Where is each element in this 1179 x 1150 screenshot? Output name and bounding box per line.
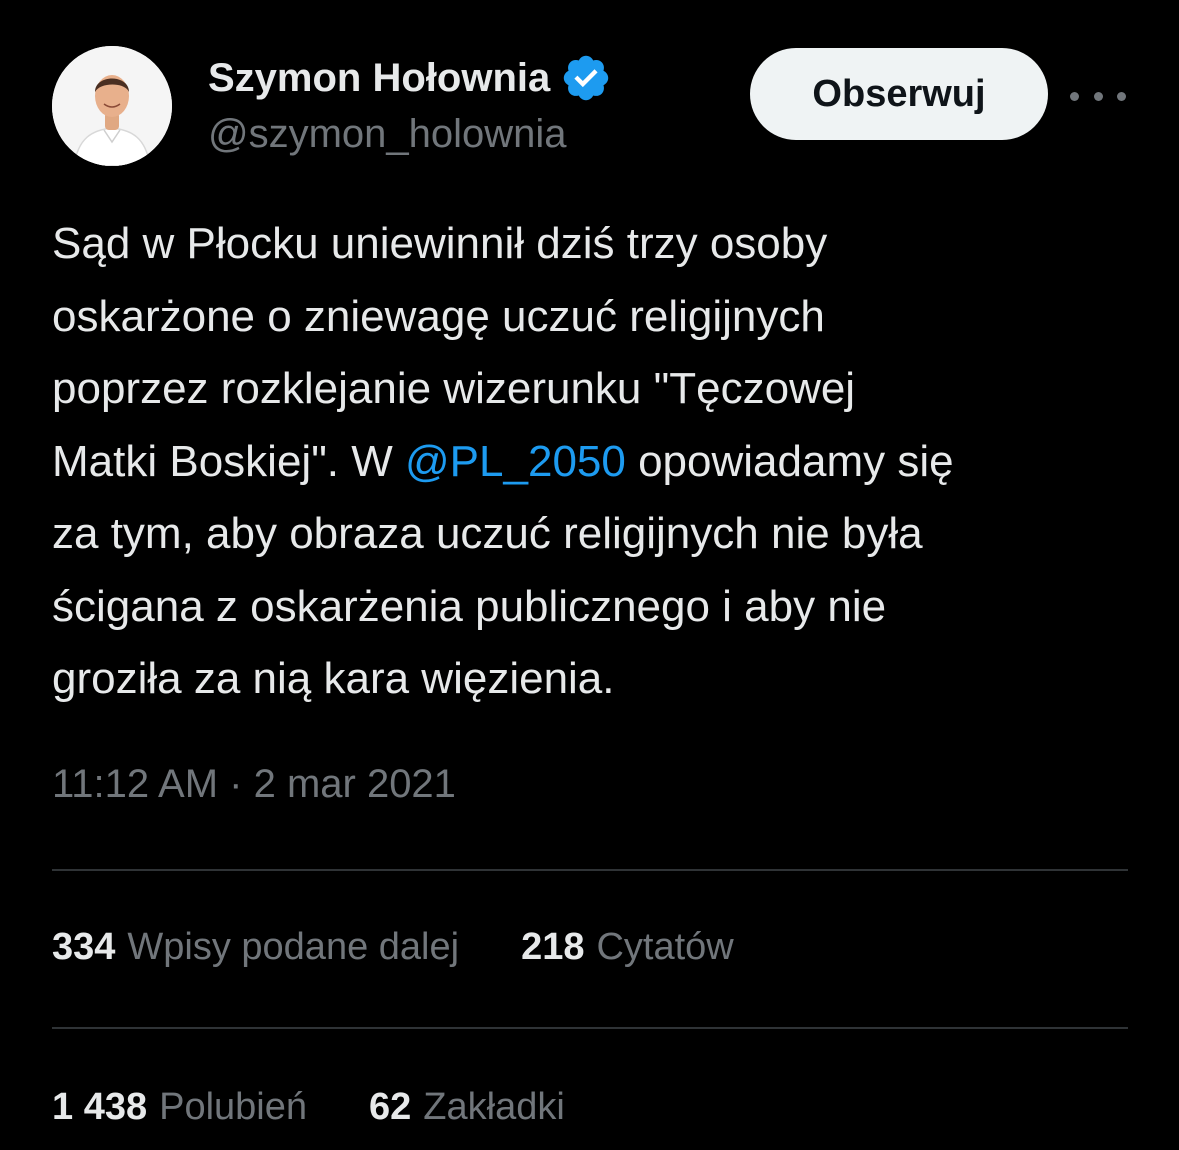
author-name-row[interactable]: Szymon Hołownia <box>208 52 612 104</box>
likes-stat[interactable]: 1 438 Polubień <box>52 1086 307 1129</box>
retweets-label: Wpisy podane dalej <box>127 926 460 968</box>
retweets-count: 334 <box>52 926 116 968</box>
follow-button[interactable]: Obserwuj <box>750 48 1048 140</box>
verified-badge-icon <box>564 55 609 101</box>
divider <box>52 1027 1128 1029</box>
quotes-label: Cytatów <box>596 926 734 968</box>
author-handle[interactable]: @szymon_holownia <box>208 112 567 157</box>
tweet-text-line: Sąd w Płocku uniewinnił dziś trzy osoby <box>52 219 828 268</box>
more-horizontal-icon <box>1117 91 1126 101</box>
retweets-stat[interactable]: 334 Wpisy podane dalej <box>52 926 459 969</box>
likes-count: 1 438 <box>52 1086 148 1128</box>
avatar[interactable] <box>52 46 172 166</box>
tweet-text-line: groziła za nią kara więzienia. <box>52 654 615 703</box>
stats-row-likes: 1 438 Polubień 62 Zakładki <box>52 1086 565 1129</box>
tweet-text-segment: Matki Boskiej". W <box>52 436 406 486</box>
tweet-text: Sąd w Płocku uniewinnił dziś trzy osoby … <box>52 208 1142 716</box>
tweet-text-line: Matki Boskiej". W @PL_2050 opowiadamy si… <box>52 426 1142 499</box>
likes-label: Polubień <box>159 1086 307 1128</box>
tweet-text-line: poprzez rozklejanie wizerunku "Tęczowej <box>52 364 856 413</box>
tweet-text-line: oskarżone o zniewagę uczuć religijnych <box>52 291 825 341</box>
stats-row-engagement: 334 Wpisy podane dalej 218 Cytatów <box>52 926 734 969</box>
bookmarks-label: Zakładki <box>423 1086 565 1128</box>
quotes-stat[interactable]: 218 Cytatów <box>521 926 734 969</box>
bookmarks-count: 62 <box>369 1086 412 1128</box>
tweet-text-line: ścigana z oskarżenia publicznego i aby n… <box>52 581 887 631</box>
bookmarks-stat[interactable]: 62 Zakładki <box>369 1086 565 1129</box>
quotes-count: 218 <box>521 926 585 968</box>
divider <box>52 869 1128 871</box>
more-horizontal-icon <box>1093 91 1103 101</box>
tweet-text-segment: opowiadamy się <box>625 436 954 486</box>
tweet-timestamp[interactable]: 11:12 AM · 2 mar 2021 <box>52 762 456 807</box>
author-display-name[interactable]: Szymon Hołownia <box>208 56 550 101</box>
more-options-button[interactable] <box>1070 76 1126 116</box>
tweet-text-line: za tym, aby obraza uczuć religijnych nie… <box>52 509 923 558</box>
more-horizontal-icon <box>1070 91 1079 101</box>
mention-link[interactable]: @PL_2050 <box>405 437 626 486</box>
profile-photo <box>52 46 172 166</box>
